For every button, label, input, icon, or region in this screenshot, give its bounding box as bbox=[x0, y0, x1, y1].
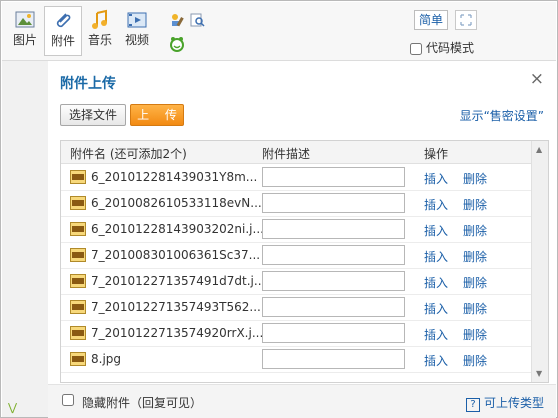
table-row: 8.jpg 插入 删除 bbox=[61, 346, 531, 373]
table-row: 7_201008301006361Sc37... 插入 删除 bbox=[61, 242, 531, 269]
scroll-down-icon[interactable]: ▼ bbox=[536, 369, 542, 378]
fullscreen-button[interactable] bbox=[455, 10, 477, 30]
paperclip-icon bbox=[56, 13, 71, 28]
table-row: 6_2010082610533118evN... 插入 删除 bbox=[61, 190, 531, 217]
attachment-filename: 8.jpg bbox=[91, 352, 122, 366]
jpg-file-icon bbox=[70, 170, 86, 184]
attachment-description-input[interactable] bbox=[262, 245, 405, 265]
code-mode-label: 代码模式 bbox=[426, 41, 475, 55]
header-description: 附件描述 bbox=[262, 147, 311, 161]
jpg-file-icon bbox=[70, 196, 86, 210]
image-icon bbox=[15, 11, 35, 28]
code-mode-option[interactable]: 代码模式 bbox=[410, 39, 474, 56]
panel-title: 附件上传 bbox=[60, 76, 116, 92]
attachment-filename: 6_2010082610533118evN... bbox=[91, 196, 262, 210]
hide-attachments-label: 隐藏附件（回复可见） bbox=[82, 396, 203, 410]
attachment-description-input[interactable] bbox=[262, 297, 405, 317]
chevron-down-icon[interactable]: ⋁ bbox=[8, 401, 17, 414]
jpg-file-icon bbox=[70, 274, 86, 288]
toolbar-video-button[interactable]: 视频 bbox=[119, 6, 155, 56]
search-file-icon[interactable] bbox=[189, 12, 205, 28]
hide-attachments-checkbox[interactable] bbox=[62, 394, 74, 406]
delete-link[interactable]: 删除 bbox=[463, 352, 487, 369]
delete-link[interactable]: 删除 bbox=[463, 196, 487, 213]
jpg-file-icon bbox=[70, 300, 86, 314]
insert-link[interactable]: 插入 bbox=[424, 274, 448, 291]
toolbar-attachment-label: 附件 bbox=[50, 34, 75, 48]
header-operations: 操作 bbox=[424, 147, 449, 161]
attachment-filename: 6_201012281439031Y8m... bbox=[91, 170, 258, 184]
attachment-filename: 7_201008301006361Sc37... bbox=[91, 248, 261, 262]
attachment-description-input[interactable] bbox=[262, 349, 405, 369]
upload-types-label: 可上传类型 bbox=[483, 396, 544, 410]
insert-link[interactable]: 插入 bbox=[424, 300, 448, 317]
code-mode-checkbox[interactable] bbox=[410, 42, 422, 55]
table-scrollbar[interactable]: ▲ ▼ bbox=[531, 141, 548, 382]
panel-footer: 隐藏附件（回复可见） ? 可上传类型 bbox=[48, 384, 556, 418]
music-icon bbox=[92, 9, 107, 29]
attachment-filename: 7_201012271357493T562... bbox=[91, 300, 261, 314]
insert-link[interactable]: 插入 bbox=[424, 352, 448, 369]
insert-link[interactable]: 插入 bbox=[424, 222, 448, 239]
table-row: 7_20101227135749​20rrX.j... 插入 删除 bbox=[61, 320, 531, 347]
toolbar-attachment-button[interactable]: 附件 bbox=[44, 6, 82, 56]
upload-types-link[interactable]: ? 可上传类型 bbox=[465, 394, 544, 412]
delete-link[interactable]: 删除 bbox=[463, 222, 487, 239]
simple-mode-button[interactable]: 简单 bbox=[414, 10, 448, 30]
attachment-filename: 6_20101228143903202ni.j... bbox=[91, 222, 264, 236]
toolbar-image-button[interactable]: 图片 bbox=[7, 6, 43, 56]
delete-link[interactable]: 删除 bbox=[463, 326, 487, 343]
attachment-description-input[interactable] bbox=[262, 193, 405, 213]
user-edit-icon[interactable] bbox=[169, 12, 185, 28]
upload-button[interactable]: 上 传 bbox=[130, 104, 184, 126]
toolbar-image-label: 图片 bbox=[12, 33, 37, 47]
insert-link[interactable]: 插入 bbox=[424, 248, 448, 265]
close-icon[interactable]: × bbox=[530, 71, 544, 88]
header-filename: 附件名 (还可添加2个) bbox=[70, 147, 187, 161]
table-row: 6_201012281439031Y8m... 插入 删除 bbox=[61, 164, 531, 191]
attachment-filename: 7_20101227135749​20rrX.j... bbox=[91, 326, 264, 340]
editor-left-strip bbox=[2, 61, 49, 417]
attachment-description-input[interactable] bbox=[262, 323, 405, 343]
table-row: 6_20101228143903202ni.j... 插入 删除 bbox=[61, 216, 531, 243]
table-row: 7_201012271357493T562... 插入 删除 bbox=[61, 294, 531, 321]
toolbar-music-button[interactable]: 音乐 bbox=[82, 6, 118, 56]
attachment-description-input[interactable] bbox=[262, 271, 405, 291]
emoticon-icon[interactable] bbox=[169, 36, 185, 52]
scroll-up-icon[interactable]: ▲ bbox=[536, 145, 542, 154]
video-icon bbox=[127, 12, 147, 28]
attachment-description-input[interactable] bbox=[262, 167, 405, 187]
attachment-table: 附件名 (还可添加2个) 附件描述 操作 6_201012281439031Y8… bbox=[60, 140, 549, 383]
table-header: 附件名 (还可添加2个) 附件描述 操作 bbox=[61, 141, 531, 164]
editor-toolbar: 图片 附件 音乐 视频 简单 代码模式 bbox=[2, 2, 556, 61]
delete-link[interactable]: 删除 bbox=[463, 170, 487, 187]
delete-link[interactable]: 删除 bbox=[463, 300, 487, 317]
toolbar-video-label: 视频 bbox=[124, 33, 149, 47]
delete-link[interactable]: 删除 bbox=[463, 248, 487, 265]
insert-link[interactable]: 插入 bbox=[424, 196, 448, 213]
insert-link[interactable]: 插入 bbox=[424, 326, 448, 343]
help-icon: ? bbox=[465, 398, 480, 412]
delete-link[interactable]: 删除 bbox=[463, 274, 487, 291]
jpg-file-icon bbox=[70, 222, 86, 236]
toolbar-music-label: 音乐 bbox=[87, 33, 112, 47]
show-secret-settings-link[interactable]: 显示“售密设置” bbox=[460, 107, 544, 124]
table-row: 7_20101227135749​1d7dt.j... 插入 删除 bbox=[61, 268, 531, 295]
fullscreen-icon bbox=[460, 14, 472, 26]
attachment-upload-panel: 附件上传 × 选择文件 上 传 显示“售密设置” 附件名 (还可添加2个) 附件… bbox=[48, 61, 556, 418]
jpg-file-icon bbox=[70, 326, 86, 340]
attachment-filename: 7_20101227135749​1d7dt.j... bbox=[91, 274, 266, 288]
choose-file-button[interactable]: 选择文件 bbox=[60, 104, 126, 126]
insert-link[interactable]: 插入 bbox=[424, 170, 448, 187]
jpg-file-icon bbox=[70, 352, 86, 366]
attachment-description-input[interactable] bbox=[262, 219, 405, 239]
jpg-file-icon bbox=[70, 248, 86, 262]
editor-frame: 图片 附件 音乐 视频 简单 代码模式 ⋁ 附件上传 × 选择文件 上 传 显示… bbox=[0, 0, 558, 418]
